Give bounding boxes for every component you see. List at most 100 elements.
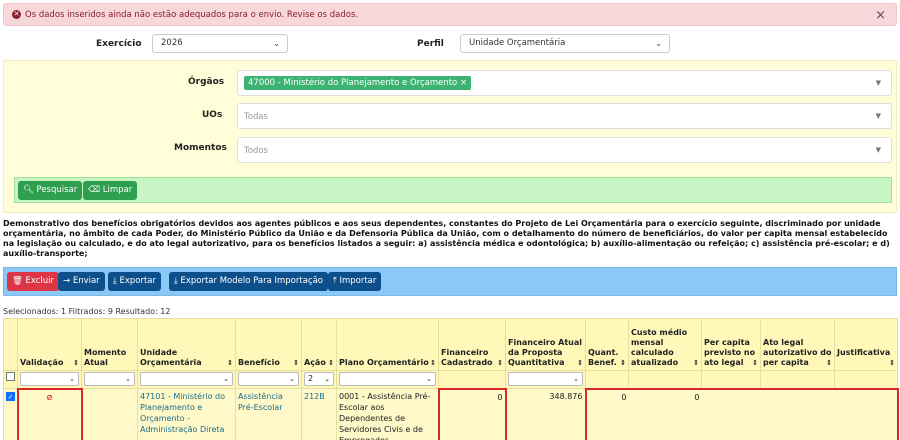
quant-cell[interactable]: 0	[584, 387, 629, 440]
upload-icon: ⤒	[333, 276, 337, 286]
header-beneficio[interactable]: Benefício ⇕	[235, 318, 302, 371]
perfil-label: Perfil	[417, 39, 444, 49]
exercicio-select[interactable]: 2026 ⌄	[152, 34, 288, 53]
select-all-header	[3, 318, 18, 371]
filter-plano[interactable]: ⌄	[339, 372, 436, 386]
uos-multiselect[interactable]: Todas ▼	[237, 103, 892, 129]
clear-button[interactable]: ⌫ Limpar	[83, 181, 138, 200]
plano-cell: 0001 - Assistência Pré-Escolar aos Depen…	[336, 388, 439, 440]
header-label: Financeiro Atual da Proposta Quantitativ…	[508, 338, 582, 367]
header-quant[interactable]: Quant. Benef. ⇕	[585, 318, 629, 371]
send-button[interactable]: → Enviar	[58, 272, 105, 291]
acao-cell[interactable]: 212B	[301, 388, 337, 440]
search-button[interactable]: 🔍︎ Pesquisar	[18, 181, 83, 200]
filter-button-bar: 🔍︎ Pesquisar ⌫ Limpar	[14, 177, 892, 203]
header-label: Justificativa	[837, 348, 891, 357]
sort-icon: ⇕	[752, 359, 758, 367]
delete-button[interactable]: 🗑︎ Excluir	[7, 272, 60, 291]
header-momento[interactable]: Momento Atual	[81, 318, 138, 371]
filter-unidade[interactable]: ⌄	[140, 372, 233, 386]
filter-beneficio[interactable]: ⌄	[238, 372, 299, 386]
orgao-chip[interactable]: 47000 - Ministério do Planejamento e Orç…	[244, 76, 472, 90]
sort-icon: ⇕	[73, 359, 79, 367]
chevron-down-icon: ▼	[875, 79, 881, 87]
perfil-select[interactable]: Unidade Orçamentária ⌄	[460, 34, 670, 53]
arrow-right-icon: →	[63, 276, 71, 286]
header-acao[interactable]: Ação ⇕	[301, 318, 337, 371]
orgao-chip-label: 47000 - Ministério do Planejamento e Orç…	[248, 78, 458, 88]
trash-icon: 🗑︎	[12, 276, 23, 286]
table-filter-row: ⌄ ⌄ ⌄ ⌄ 2 ⌄ ⌄ ⌄	[3, 370, 898, 389]
filter-fin-atual[interactable]: ⌄	[508, 372, 583, 386]
chevron-down-icon: ⌄	[573, 375, 579, 383]
result-status: Selecionados: 1 Filtrados: 9 Resultado: …	[3, 307, 171, 316]
sort-icon: ⇕	[328, 359, 334, 367]
orgaos-label: Órgãos	[188, 77, 225, 87]
sort-icon: ⇕	[293, 359, 299, 367]
header-fin-atual[interactable]: Financeiro Atual da Proposta Quantitativ…	[505, 318, 586, 371]
clear-button-label: Limpar	[102, 185, 133, 195]
export-button-label: Exportar	[119, 276, 156, 286]
validation-cell[interactable]: ⊘	[16, 387, 83, 440]
error-alert: ✕ Os dados inseridos ainda não estão ade…	[3, 3, 897, 26]
filter-cell: ⌄	[336, 370, 439, 389]
eraser-icon: ⌫	[88, 185, 101, 195]
header-validacao[interactable]: Validação ⇕	[17, 318, 82, 371]
filter-cell	[438, 370, 506, 389]
header-unidade[interactable]: Unidade Orçamentária ⇕	[137, 318, 236, 371]
remove-chip-icon[interactable]: ×	[460, 78, 467, 88]
filter-cell	[628, 370, 702, 389]
export-template-button[interactable]: ⤓ Exportar Modelo Para Importação	[169, 272, 328, 291]
filter-cell	[834, 370, 898, 389]
chevron-down-icon: ⌄	[289, 375, 295, 383]
chevron-down-icon: ⌄	[273, 39, 280, 48]
filter-cell	[585, 370, 629, 389]
filter-validacao[interactable]: ⌄	[20, 372, 79, 386]
chevron-down-icon: ▼	[875, 112, 881, 120]
custo-cell[interactable]: 0	[628, 387, 702, 440]
filter-acao[interactable]: 2 ⌄	[304, 372, 334, 386]
sort-icon: ⇕	[227, 359, 233, 367]
chevron-down-icon: ⌄	[324, 375, 330, 383]
error-icon: ✕	[12, 10, 21, 19]
momentos-multiselect[interactable]: Todos ▼	[237, 137, 892, 163]
close-icon[interactable]: ×	[875, 8, 886, 23]
delete-button-label: Excluir	[25, 276, 55, 286]
ato-cell[interactable]	[760, 387, 835, 440]
filter-cell	[701, 370, 761, 389]
justificativa-cell[interactable]	[834, 387, 899, 440]
header-ato[interactable]: Ato legal autorizativo do per capita ⇕	[760, 318, 835, 371]
row-select-cell: ✓	[3, 388, 18, 440]
header-fin-cad[interactable]: Financeiro Cadastrado ⇕	[438, 318, 506, 371]
header-plano[interactable]: Plano Orçamentário ⇕	[336, 318, 439, 371]
header-label: Unidade Orçamentária	[140, 348, 202, 367]
momentos-label: Momentos	[174, 143, 227, 153]
import-button[interactable]: ⤒ Importar	[328, 272, 382, 291]
send-button-label: Enviar	[72, 276, 100, 286]
percapita-cell[interactable]	[701, 387, 761, 440]
header-percapita[interactable]: Per capita previsto no ato legal ⇕	[701, 318, 761, 371]
select-all-checkbox[interactable]	[6, 372, 15, 381]
exercicio-label: Exercício	[96, 39, 142, 49]
header-label: Financeiro Cadastrado	[441, 348, 493, 367]
header-justificativa[interactable]: Justificativa ⇕	[834, 318, 898, 371]
fin-cad-cell[interactable]: 0	[437, 387, 507, 440]
export-button[interactable]: ⤓ Exportar	[108, 272, 161, 291]
filter-cell: ⌄	[81, 370, 138, 389]
table-row[interactable]: ✓ ⊘ 47101 - Ministério do Planejamento e…	[3, 387, 899, 440]
download-icon: ⤓	[113, 276, 117, 286]
download-icon: ⤓	[174, 276, 178, 286]
sort-icon: ⇕	[693, 359, 699, 367]
alert-message: Os dados inseridos ainda não estão adequ…	[25, 9, 359, 20]
filter-momento[interactable]: ⌄	[84, 372, 135, 386]
beneficio-cell[interactable]: Assistência Pré-Escolar	[235, 388, 302, 440]
unidade-cell[interactable]: 47101 - Ministério do Planejamento e Orç…	[137, 388, 236, 440]
row-checkbox[interactable]: ✓	[6, 392, 15, 401]
header-label: Validação	[20, 358, 64, 367]
orgaos-multiselect[interactable]: 47000 - Ministério do Planejamento e Orç…	[237, 70, 892, 96]
search-icon: 🔍︎	[23, 185, 34, 195]
header-label: Ação	[304, 358, 326, 367]
sort-icon: ⇕	[577, 359, 583, 367]
header-custo[interactable]: Custo médio mensal calculado atualizado ⇕	[628, 318, 702, 371]
table-header-row: Validação ⇕ Momento Atual Unidade Orçamen…	[3, 318, 898, 371]
